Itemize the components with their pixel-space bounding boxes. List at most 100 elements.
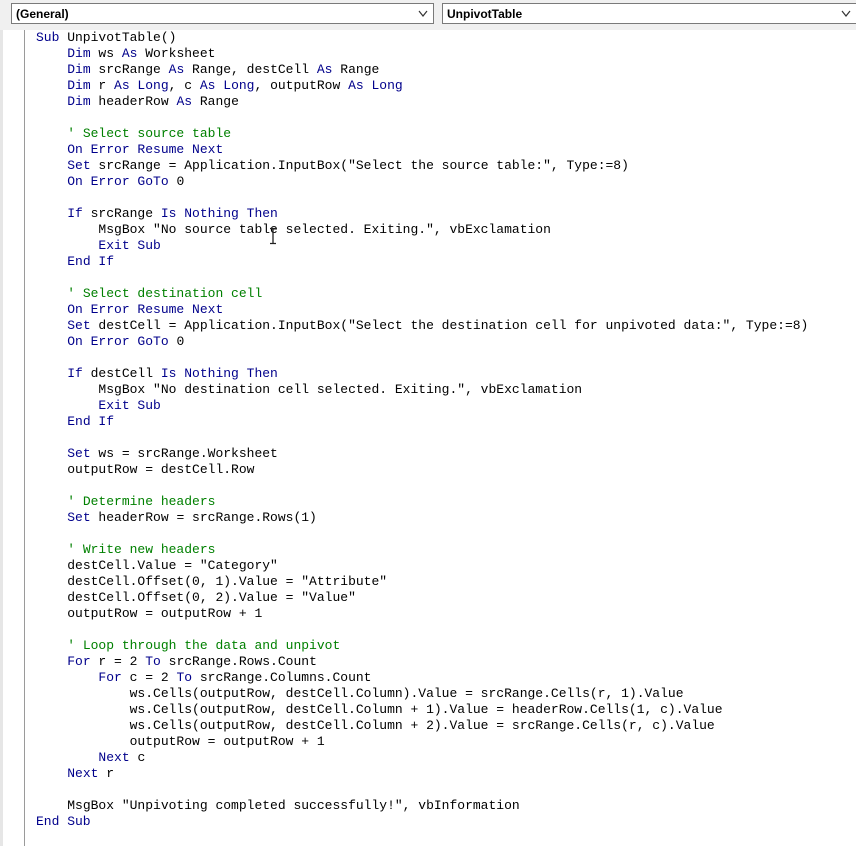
code-line[interactable]: MsgBox "No source table selected. Exitin… bbox=[36, 222, 808, 238]
code-line[interactable]: If destCell Is Nothing Then bbox=[36, 366, 808, 382]
code-line[interactable]: On Error Resume Next bbox=[36, 142, 808, 158]
code-line[interactable]: ' Loop through the data and unpivot bbox=[36, 638, 808, 654]
code-line[interactable] bbox=[36, 478, 808, 494]
code-text: headerRow bbox=[90, 94, 177, 109]
code-keyword: Next bbox=[98, 750, 130, 765]
code-text: outputRow = outputRow + 1 bbox=[67, 606, 263, 621]
code-keyword: To bbox=[176, 670, 193, 685]
code-line[interactable]: ws.Cells(outputRow, destCell.Column + 1)… bbox=[36, 702, 808, 718]
code-text: c = 2 bbox=[121, 670, 177, 685]
code-line[interactable] bbox=[36, 350, 808, 366]
code-line[interactable]: Next r bbox=[36, 766, 808, 782]
code-line[interactable]: Set srcRange = Application.InputBox("Sel… bbox=[36, 158, 808, 174]
code-line[interactable]: ' Determine headers bbox=[36, 494, 808, 510]
code-keyword: Is Nothing Then bbox=[160, 366, 278, 381]
code-line[interactable] bbox=[36, 110, 808, 126]
code-line[interactable]: For c = 2 To srcRange.Columns.Count bbox=[36, 670, 808, 686]
margin-indicator-bar[interactable] bbox=[3, 30, 25, 846]
code-line[interactable]: Set headerRow = srcRange.Rows(1) bbox=[36, 510, 808, 526]
chevron-down-icon[interactable] bbox=[416, 6, 430, 21]
code-line[interactable]: destCell.Offset(0, 1).Value = "Attribute… bbox=[36, 574, 808, 590]
code-text: ws bbox=[90, 46, 122, 61]
code-line[interactable]: ' Select destination cell bbox=[36, 286, 808, 302]
code-line[interactable]: Exit Sub bbox=[36, 238, 808, 254]
code-line[interactable]: Sub UnpivotTable() bbox=[36, 30, 808, 46]
code-line[interactable]: End If bbox=[36, 254, 808, 270]
code-line[interactable]: outputRow = destCell.Row bbox=[36, 462, 808, 478]
code-line[interactable] bbox=[36, 622, 808, 638]
text-cursor-icon bbox=[266, 227, 280, 245]
code-text: destCell bbox=[82, 366, 161, 381]
code-line[interactable]: Set ws = srcRange.Worksheet bbox=[36, 446, 808, 462]
code-line[interactable]: outputRow = outputRow + 1 bbox=[36, 606, 808, 622]
code-line[interactable]: ' Write new headers bbox=[36, 542, 808, 558]
code-line[interactable]: Dim ws As Worksheet bbox=[36, 46, 808, 62]
code-line[interactable]: Set destCell = Application.InputBox("Sel… bbox=[36, 318, 808, 334]
code-line[interactable]: ws.Cells(outputRow, destCell.Column + 2)… bbox=[36, 718, 808, 734]
code-text: UnpivotTable() bbox=[59, 30, 177, 45]
code-line[interactable]: outputRow = outputRow + 1 bbox=[36, 734, 808, 750]
code-keyword: Set bbox=[67, 510, 91, 525]
code-text: srcRange.Columns.Count bbox=[192, 670, 372, 685]
code-text: Range, destCell bbox=[184, 62, 317, 77]
code-line[interactable] bbox=[36, 430, 808, 446]
code-editor[interactable]: Sub UnpivotTable() Dim ws As Worksheet D… bbox=[0, 30, 856, 846]
code-text: , outputRow bbox=[254, 78, 349, 93]
code-keyword: As Long bbox=[348, 78, 403, 93]
chevron-down-icon[interactable] bbox=[839, 6, 853, 21]
code-line[interactable]: Next c bbox=[36, 750, 808, 766]
code-line[interactable]: End Sub bbox=[36, 814, 808, 830]
code-keyword: As bbox=[168, 62, 185, 77]
code-lines[interactable]: Sub UnpivotTable() Dim ws As Worksheet D… bbox=[36, 30, 808, 830]
code-line[interactable]: End If bbox=[36, 414, 808, 430]
code-text: r = 2 bbox=[90, 654, 146, 669]
code-line[interactable]: On Error GoTo 0 bbox=[36, 334, 808, 350]
code-text: Range bbox=[192, 94, 239, 109]
code-keyword: On Error Resume Next bbox=[67, 142, 224, 157]
code-line[interactable]: On Error Resume Next bbox=[36, 302, 808, 318]
code-line[interactable]: On Error GoTo 0 bbox=[36, 174, 808, 190]
code-line[interactable]: ' Select source table bbox=[36, 126, 808, 142]
code-line[interactable]: If srcRange Is Nothing Then bbox=[36, 206, 808, 222]
code-keyword: If bbox=[67, 366, 83, 381]
code-line[interactable]: destCell.Value = "Category" bbox=[36, 558, 808, 574]
object-dropdown[interactable]: (General) bbox=[11, 3, 434, 24]
code-keyword: Exit Sub bbox=[98, 238, 161, 253]
code-keyword: Set bbox=[67, 446, 91, 461]
code-line[interactable]: MsgBox "Unpivoting completed successfull… bbox=[36, 798, 808, 814]
code-line[interactable]: destCell.Offset(0, 2).Value = "Value" bbox=[36, 590, 808, 606]
code-line[interactable]: Dim r As Long, c As Long, outputRow As L… bbox=[36, 78, 808, 94]
code-keyword: As Long bbox=[199, 78, 255, 93]
code-line[interactable] bbox=[36, 782, 808, 798]
code-line[interactable]: ws.Cells(outputRow, destCell.Column).Val… bbox=[36, 686, 808, 702]
code-line[interactable] bbox=[36, 270, 808, 286]
code-line[interactable]: For r = 2 To srcRange.Rows.Count bbox=[36, 654, 808, 670]
code-text: c bbox=[129, 750, 146, 765]
code-line[interactable]: Exit Sub bbox=[36, 398, 808, 414]
code-line[interactable]: Dim srcRange As Range, destCell As Range bbox=[36, 62, 808, 78]
code-line[interactable]: MsgBox "No destination cell selected. Ex… bbox=[36, 382, 808, 398]
code-line[interactable] bbox=[36, 190, 808, 206]
code-line[interactable]: Dim headerRow As Range bbox=[36, 94, 808, 110]
procedure-dropdown[interactable]: UnpivotTable bbox=[442, 3, 856, 24]
code-keyword: On Error GoTo bbox=[67, 174, 169, 189]
code-text: MsgBox "No destination cell selected. Ex… bbox=[98, 382, 583, 397]
code-text: srcRange.Rows.Count bbox=[160, 654, 317, 669]
code-keyword: Dim bbox=[67, 62, 91, 77]
code-line[interactable] bbox=[36, 526, 808, 542]
